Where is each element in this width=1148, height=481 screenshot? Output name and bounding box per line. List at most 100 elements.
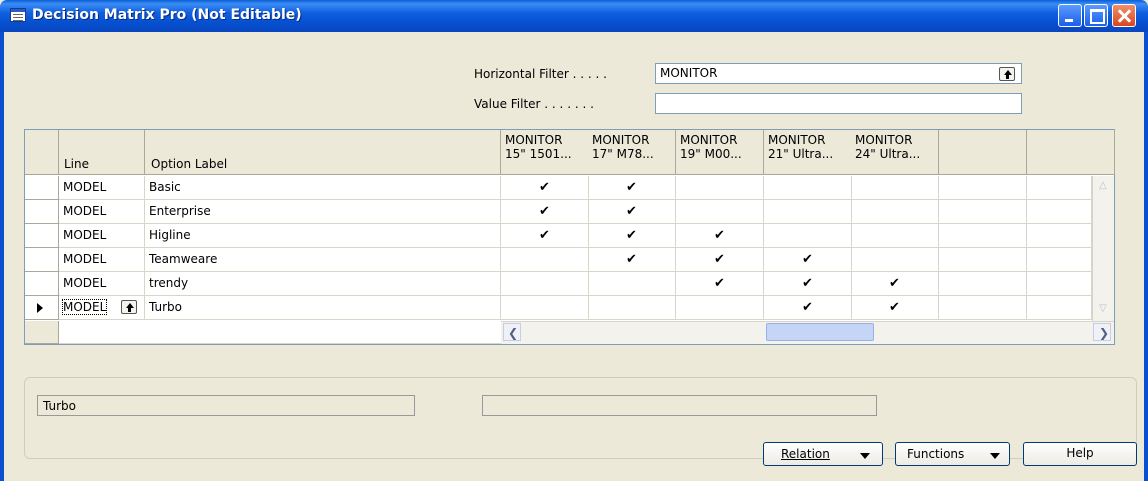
- row-selector[interactable]: [25, 296, 59, 320]
- matrix-cell[interactable]: ✔: [764, 272, 852, 296]
- matrix-cell[interactable]: [939, 176, 1027, 200]
- matrix-cell[interactable]: ✔: [676, 224, 764, 248]
- matrix-column-header-line2: 21" Ultra...: [768, 147, 834, 161]
- matrix-cell[interactable]: [939, 200, 1027, 224]
- option-label-cell[interactable]: Higline: [145, 224, 501, 248]
- matrix-column-header[interactable]: MONITOR 21" Ultra...: [764, 130, 852, 175]
- matrix-column-header[interactable]: MONITOR 24" Ultra...: [851, 130, 939, 175]
- matrix-cell[interactable]: [851, 176, 939, 200]
- matrix-cell[interactable]: [939, 248, 1027, 272]
- matrix-cell[interactable]: [851, 248, 939, 272]
- line-column-header[interactable]: Line: [59, 130, 145, 175]
- horizontal-filter-input[interactable]: MONITOR: [655, 63, 1022, 84]
- functions-button[interactable]: Functions: [895, 442, 1010, 466]
- scroll-down-icon[interactable]: ▽: [1096, 303, 1110, 317]
- value-filter-input[interactable]: [655, 93, 1022, 114]
- checkmark-icon: ✔: [714, 276, 725, 291]
- matrix-cell[interactable]: ✔: [764, 296, 852, 320]
- scroll-up-icon[interactable]: △: [1096, 180, 1110, 194]
- matrix-cell[interactable]: ✔: [588, 176, 676, 200]
- option-label-cell[interactable]: Enterprise: [145, 200, 501, 224]
- matrix-cell[interactable]: [1027, 224, 1092, 248]
- line-cell[interactable]: MODEL: [59, 176, 145, 200]
- row-selector[interactable]: [25, 200, 59, 224]
- matrix-cell[interactable]: [501, 248, 589, 272]
- matrix-column-header[interactable]: [1027, 130, 1115, 175]
- lookup-icon[interactable]: [121, 300, 137, 314]
- matrix-cell[interactable]: ✔: [676, 272, 764, 296]
- maximize-button[interactable]: [1084, 4, 1108, 27]
- matrix-cell[interactable]: ✔: [764, 248, 852, 272]
- matrix-cell[interactable]: [676, 296, 764, 320]
- scroll-right-button[interactable]: ❯: [1093, 323, 1111, 341]
- option-label-cell[interactable]: Turbo: [145, 296, 501, 320]
- matrix-cell[interactable]: ✔: [501, 176, 589, 200]
- table-window-icon: [10, 8, 26, 22]
- matrix-cell[interactable]: [764, 224, 852, 248]
- matrix-cell[interactable]: [851, 200, 939, 224]
- option-label-cell[interactable]: Teamweare: [145, 248, 501, 272]
- line-cell[interactable]: MODEL: [59, 224, 145, 248]
- matrix-cell[interactable]: ✔: [851, 272, 939, 296]
- line-cell[interactable]: MODEL: [59, 272, 145, 296]
- matrix-column-header-line1: MONITOR: [855, 133, 913, 147]
- row-selector[interactable]: [25, 224, 59, 248]
- option-label-header-label: Option Label: [151, 157, 228, 171]
- lookup-icon[interactable]: [999, 67, 1015, 81]
- option-label-cell[interactable]: trendy: [145, 272, 501, 296]
- matrix-cell[interactable]: [939, 272, 1027, 296]
- minimize-button[interactable]: [1058, 4, 1082, 27]
- row-selector[interactable]: [25, 248, 59, 272]
- matrix-column-header-line1: MONITOR: [592, 133, 650, 147]
- scroll-left-button[interactable]: ❮: [503, 323, 521, 341]
- matrix-cell[interactable]: [939, 296, 1027, 320]
- matrix-cell[interactable]: [588, 272, 676, 296]
- matrix-column-header-line2: 15" 1501...: [505, 147, 572, 161]
- matrix-cell[interactable]: [1027, 200, 1092, 224]
- matrix-cell[interactable]: ✔: [676, 248, 764, 272]
- close-button[interactable]: [1112, 4, 1136, 27]
- matrix-cell[interactable]: [939, 224, 1027, 248]
- matrix-cell[interactable]: [764, 200, 852, 224]
- new-row-selector[interactable]: [25, 321, 59, 344]
- row-selector[interactable]: [25, 272, 59, 296]
- line-cell-value: MODEL: [63, 276, 107, 290]
- matrix-cell[interactable]: ✔: [501, 200, 589, 224]
- help-button-label: Help: [1066, 446, 1094, 460]
- matrix-column-header[interactable]: [939, 130, 1027, 175]
- matrix-cell[interactable]: ✔: [588, 248, 676, 272]
- line-cell[interactable]: MODEL: [59, 296, 145, 320]
- option-label-cell[interactable]: Basic: [145, 176, 501, 200]
- matrix-cell[interactable]: [588, 296, 676, 320]
- matrix-cell[interactable]: [1027, 248, 1092, 272]
- row-selector[interactable]: [25, 176, 59, 200]
- option-label-value: Turbo: [149, 300, 183, 314]
- checkmark-icon: ✔: [626, 228, 637, 243]
- matrix-column-header[interactable]: MONITOR 15" 1501...: [501, 130, 589, 175]
- matrix-cell[interactable]: [501, 296, 589, 320]
- matrix-cell[interactable]: [676, 176, 764, 200]
- matrix-cell[interactable]: [764, 176, 852, 200]
- matrix-cell[interactable]: [851, 224, 939, 248]
- option-label-column-header[interactable]: Option Label: [145, 130, 501, 175]
- vertical-scrollbar[interactable]: [1092, 176, 1114, 321]
- help-button[interactable]: Help: [1023, 442, 1137, 466]
- matrix-cell[interactable]: [1027, 176, 1092, 200]
- matrix-cell[interactable]: ✔: [851, 296, 939, 320]
- line-cell[interactable]: MODEL: [59, 200, 145, 224]
- horizontal-filter-label: Horizontal Filter . . . . .: [474, 67, 607, 81]
- horizontal-scroll-thumb[interactable]: [766, 323, 874, 341]
- matrix-column-header-line1: MONITOR: [680, 133, 738, 147]
- matrix-cell[interactable]: ✔: [588, 224, 676, 248]
- line-cell[interactable]: MODEL: [59, 248, 145, 272]
- matrix-cell[interactable]: [676, 200, 764, 224]
- matrix-cell[interactable]: [1027, 272, 1092, 296]
- matrix-cell[interactable]: ✔: [501, 224, 589, 248]
- matrix-column-header[interactable]: MONITOR 17" M78...: [588, 130, 676, 175]
- matrix-column-header[interactable]: MONITOR 19" M00...: [676, 130, 764, 175]
- matrix-cell[interactable]: [501, 272, 589, 296]
- matrix-cell[interactable]: [1027, 296, 1092, 320]
- option-label-value: Higline: [149, 228, 191, 242]
- relation-button[interactable]: Relation: [763, 442, 883, 466]
- matrix-cell[interactable]: ✔: [588, 200, 676, 224]
